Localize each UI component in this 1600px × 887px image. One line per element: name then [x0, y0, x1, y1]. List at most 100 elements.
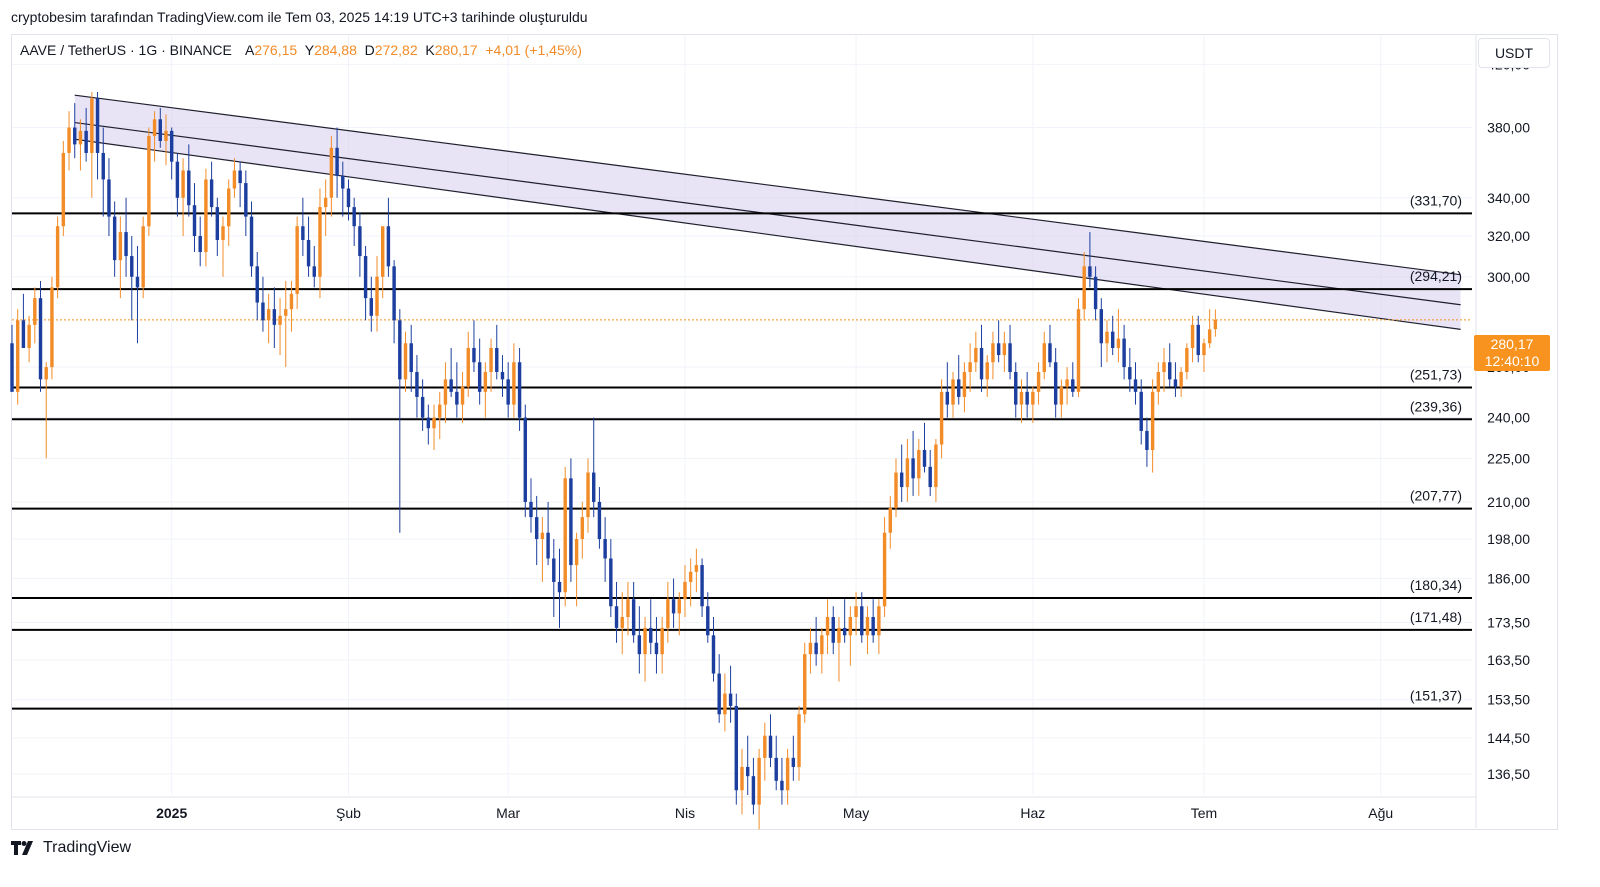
candle-body[interactable]: [694, 565, 699, 572]
candle-body[interactable]: [10, 343, 14, 392]
candle-body[interactable]: [1128, 367, 1132, 380]
candle-body[interactable]: [1031, 391, 1035, 405]
candle-body[interactable]: [1133, 379, 1138, 392]
candle-body[interactable]: [1076, 309, 1081, 392]
candle-body[interactable]: [860, 606, 864, 636]
candle-body[interactable]: [1025, 391, 1029, 405]
candle-body[interactable]: [643, 627, 647, 655]
candle-body[interactable]: [671, 599, 676, 614]
candle-body[interactable]: [152, 119, 157, 136]
candle-body[interactable]: [1014, 371, 1018, 405]
candle-body[interactable]: [757, 757, 761, 805]
candle-body[interactable]: [466, 347, 470, 387]
candle-body[interactable]: [1059, 386, 1064, 405]
candle-body[interactable]: [403, 343, 408, 380]
candle-body[interactable]: [791, 757, 796, 767]
candle-body[interactable]: [968, 362, 972, 372]
candle-body[interactable]: [1185, 347, 1189, 372]
channel-upper-line[interactable]: [74, 94, 1461, 276]
candle-body[interactable]: [677, 599, 681, 614]
candle-body[interactable]: [1008, 343, 1012, 372]
candle-body[interactable]: [101, 152, 105, 180]
candle-body[interactable]: [221, 226, 225, 240]
candle-body[interactable]: [329, 147, 334, 198]
candle-body[interactable]: [244, 183, 248, 217]
candle-body[interactable]: [837, 627, 841, 643]
candle-body[interactable]: [249, 216, 254, 267]
candle-body[interactable]: [991, 343, 995, 363]
candle-body[interactable]: [335, 147, 339, 176]
candle-body[interactable]: [1190, 324, 1195, 348]
candle-body[interactable]: [512, 362, 516, 405]
candle-body[interactable]: [449, 379, 453, 392]
candle-body[interactable]: [711, 635, 716, 674]
candle-body[interactable]: [763, 735, 767, 758]
candle-body[interactable]: [118, 232, 123, 261]
candle-body[interactable]: [717, 673, 721, 715]
candle-body[interactable]: [614, 606, 619, 628]
candle-body[interactable]: [426, 417, 431, 429]
candle-body[interactable]: [1019, 391, 1024, 405]
candle-body[interactable]: [198, 236, 202, 253]
candle-body[interactable]: [820, 635, 824, 655]
candle-body[interactable]: [1065, 379, 1069, 387]
candle-body[interactable]: [580, 517, 585, 540]
candle-body[interactable]: [255, 266, 259, 303]
candle-body[interactable]: [888, 507, 892, 533]
candle-body[interactable]: [27, 324, 31, 348]
candle-body[interactable]: [215, 207, 220, 240]
candle-body[interactable]: [996, 343, 1001, 356]
candle-body[interactable]: [1150, 391, 1155, 450]
candle-body[interactable]: [164, 130, 168, 141]
candle-body[interactable]: [432, 417, 436, 429]
candle-body[interactable]: [135, 276, 140, 288]
candle-body[interactable]: [227, 188, 231, 227]
candle-body[interactable]: [483, 371, 488, 392]
candle-body[interactable]: [631, 599, 636, 636]
candle-body[interactable]: [877, 606, 881, 636]
candle-body[interactable]: [557, 581, 562, 593]
candle-body[interactable]: [911, 458, 915, 479]
candle-body[interactable]: [232, 170, 237, 189]
candle-body[interactable]: [369, 298, 374, 316]
candle-body[interactable]: [979, 347, 984, 380]
candle-body[interactable]: [894, 472, 898, 508]
candle-body[interactable]: [649, 627, 653, 643]
candle-body[interactable]: [842, 627, 847, 636]
candle-body[interactable]: [84, 130, 88, 153]
candle-body[interactable]: [1162, 362, 1166, 372]
candle-body[interactable]: [1122, 338, 1126, 368]
candle-body[interactable]: [1105, 331, 1109, 344]
candle-body[interactable]: [552, 558, 556, 582]
price-chart[interactable]: (331,70) (294,21) (251,73) (239,36) (207,77)…: [0, 0, 1600, 887]
candle-body[interactable]: [751, 776, 756, 805]
candle-body[interactable]: [289, 293, 294, 310]
candle-body[interactable]: [974, 347, 978, 363]
candle-body[interactable]: [312, 266, 316, 277]
candle-body[interactable]: [78, 130, 83, 145]
candle-body[interactable]: [192, 205, 197, 237]
candle-body[interactable]: [540, 532, 545, 540]
candle-body[interactable]: [734, 705, 739, 791]
candle-body[interactable]: [124, 232, 128, 257]
candle-body[interactable]: [272, 309, 277, 325]
candle-body[interactable]: [774, 757, 778, 781]
candle-body[interactable]: [529, 501, 533, 518]
candle-body[interactable]: [654, 642, 659, 655]
candle-body[interactable]: [1110, 331, 1115, 348]
candle-body[interactable]: [1093, 276, 1098, 310]
candle-body[interactable]: [517, 362, 522, 418]
candle-body[interactable]: [181, 170, 185, 198]
candle-body[interactable]: [831, 616, 835, 643]
candle-body[interactable]: [683, 581, 687, 600]
candle-body[interactable]: [238, 170, 242, 184]
candle-body[interactable]: [33, 298, 37, 325]
candle-body[interactable]: [609, 558, 613, 607]
candle-body[interactable]: [939, 391, 944, 445]
candle-body[interactable]: [637, 635, 642, 655]
candle-body[interactable]: [666, 599, 670, 628]
candle-body[interactable]: [358, 226, 362, 257]
candle-body[interactable]: [15, 320, 20, 392]
candle-body[interactable]: [386, 226, 391, 267]
candle-body[interactable]: [808, 642, 813, 655]
